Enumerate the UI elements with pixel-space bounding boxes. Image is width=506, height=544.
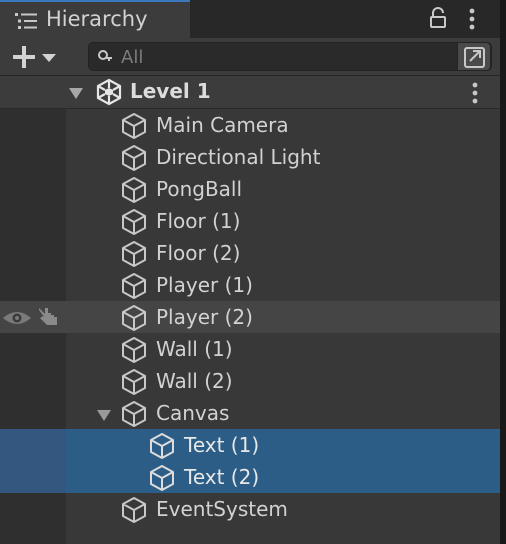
tab-title: Hierarchy <box>46 7 148 31</box>
hand-pointer-icon[interactable] <box>36 305 62 329</box>
item-label: Canvas <box>156 401 230 425</box>
scene-menu-kebab-icon[interactable] <box>469 81 481 105</box>
lock-icon[interactable] <box>428 7 448 29</box>
tab-menu-kebab-icon[interactable] <box>466 7 478 31</box>
search-field[interactable] <box>88 42 492 71</box>
item-label: Wall (2) <box>156 369 233 393</box>
gameobject-cube-icon <box>150 465 174 491</box>
gameobject-cube-icon <box>122 145 146 171</box>
hierarchy-item-text-1[interactable]: Text (1) <box>66 430 500 462</box>
hierarchy-item-text-2[interactable]: Text (2) <box>66 462 500 494</box>
hierarchy-item-player-1[interactable]: Player (1) <box>66 270 500 302</box>
gutter-selection-highlight <box>0 429 66 461</box>
gameobject-cube-icon <box>122 305 146 331</box>
item-label: Player (1) <box>156 273 253 297</box>
chevron-down-icon <box>42 54 56 62</box>
gameobject-cube-icon <box>122 497 146 523</box>
hierarchy-item-wall-1[interactable]: Wall (1) <box>66 334 500 366</box>
tab-bar: Hierarchy <box>0 0 500 38</box>
foldout-expanded-icon[interactable] <box>68 86 84 100</box>
gameobject-cube-icon <box>122 337 146 363</box>
gutter-selection-highlight <box>0 461 66 493</box>
item-label: Text (1) <box>184 433 260 457</box>
gameobject-cube-icon <box>122 177 146 203</box>
gameobject-cube-icon <box>150 433 174 459</box>
tab-hierarchy[interactable]: Hierarchy <box>0 0 190 38</box>
item-label: Player (2) <box>156 305 253 329</box>
gameobject-cube-icon <box>122 241 146 267</box>
plus-icon <box>13 46 35 68</box>
hierarchy-item-main-camera[interactable]: Main Camera <box>66 110 500 142</box>
hierarchy-item-player-2[interactable]: Player (2) <box>66 302 500 334</box>
search-mode-button[interactable] <box>457 42 491 71</box>
hierarchy-item-wall-2[interactable]: Wall (2) <box>66 366 500 398</box>
item-label: Directional Light <box>156 145 321 169</box>
hierarchy-item-floor-2[interactable]: Floor (2) <box>66 238 500 270</box>
gameobject-cube-icon <box>122 113 146 139</box>
hierarchy-item-canvas[interactable]: Canvas <box>66 398 500 430</box>
hierarchy-item-eventsystem[interactable]: EventSystem <box>66 494 500 526</box>
search-mode-icon <box>464 47 485 68</box>
scene-name: Level 1 <box>130 79 211 103</box>
scene-header-row[interactable]: Level 1 <box>0 76 500 109</box>
gameobject-cube-icon <box>122 401 146 427</box>
item-label: Main Camera <box>156 113 289 137</box>
gameobject-cube-icon <box>122 273 146 299</box>
create-dropdown-button[interactable] <box>8 42 66 72</box>
item-label: Text (2) <box>184 465 260 489</box>
search-icon <box>98 50 112 61</box>
hierarchy-item-floor-1[interactable]: Floor (1) <box>66 206 500 238</box>
foldout-expanded-icon[interactable] <box>96 408 112 422</box>
item-label: Floor (2) <box>156 241 241 265</box>
item-label: PongBall <box>156 177 243 201</box>
unity-logo-icon <box>96 78 122 106</box>
eye-icon[interactable] <box>2 309 32 327</box>
hierarchy-list-icon <box>15 13 37 29</box>
gameobject-cube-icon <box>122 209 146 235</box>
item-label: Wall (1) <box>156 337 233 361</box>
item-label: EventSystem <box>156 497 288 521</box>
item-label: Floor (1) <box>156 209 241 233</box>
gameobject-cube-icon <box>122 369 146 395</box>
search-input[interactable] <box>121 45 441 69</box>
hierarchy-toolbar <box>0 38 500 76</box>
panel-border <box>500 0 506 544</box>
hierarchy-item-directional-light[interactable]: Directional Light <box>66 142 500 174</box>
hierarchy-item-pongball[interactable]: PongBall <box>66 174 500 206</box>
